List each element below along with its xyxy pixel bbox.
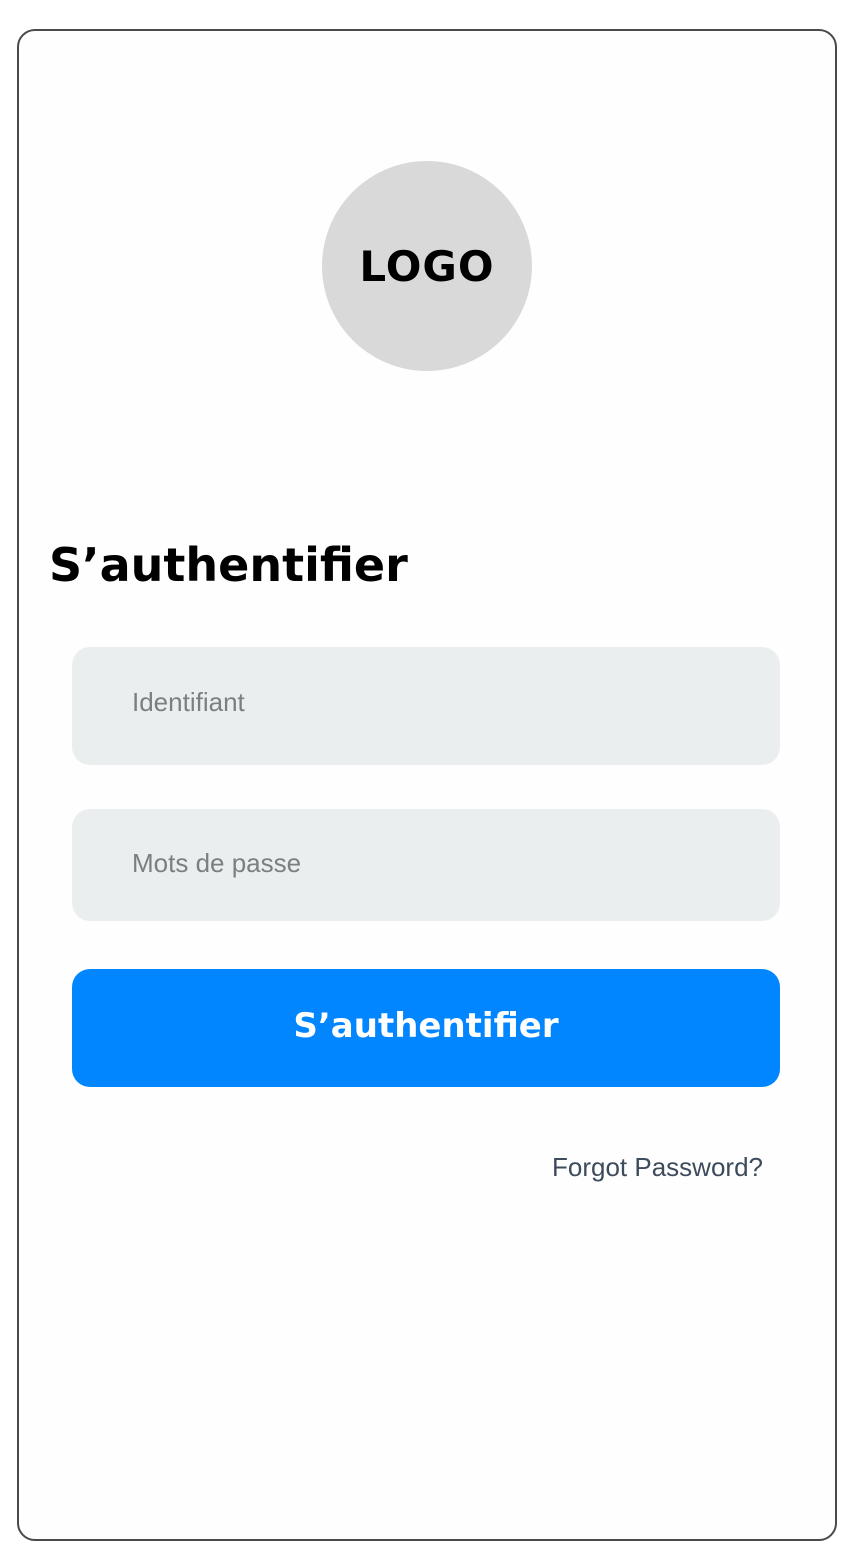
forgot-password-link[interactable]: Forgot Password?	[552, 1152, 763, 1183]
username-field[interactable]	[72, 647, 780, 765]
logo: LOGO	[322, 161, 532, 371]
password-input[interactable]	[72, 809, 780, 921]
password-field[interactable]	[72, 809, 780, 921]
page-title: S’authentifier	[49, 538, 408, 592]
logo-text: LOGO	[359, 241, 495, 291]
login-button[interactable]: S’authentifier	[72, 969, 780, 1087]
username-input[interactable]	[72, 647, 780, 765]
